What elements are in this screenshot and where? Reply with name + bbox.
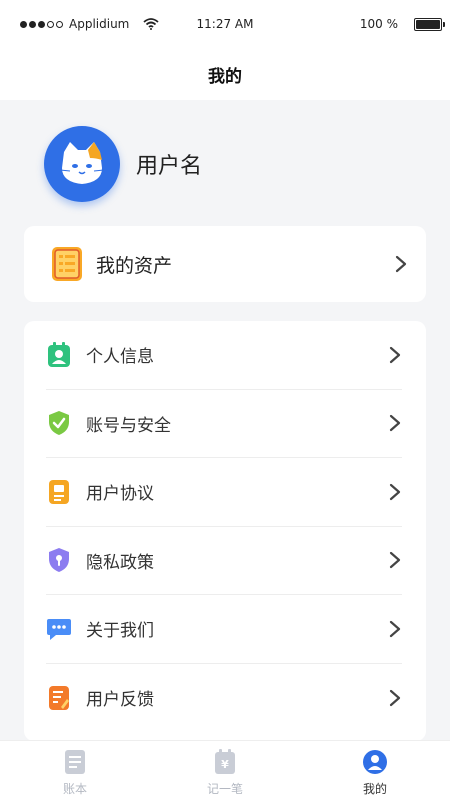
status-bar: Applidium 11:27 AM 100 % xyxy=(0,0,450,48)
assets-label: 我的资产 xyxy=(96,254,173,277)
chevron-right-icon xyxy=(389,620,401,637)
chevron-right-icon xyxy=(389,483,401,500)
menu-item-user-agreement[interactable]: 用户协议 xyxy=(46,458,402,527)
menu-label: 个人信息 xyxy=(86,347,154,368)
nav-bar: 我的 xyxy=(0,48,450,100)
menu-item-account-security[interactable]: 账号与安全 xyxy=(46,390,402,458)
chevron-right-icon xyxy=(389,346,401,363)
menu-item-privacy-policy[interactable]: 隐私政策 xyxy=(46,527,402,595)
chevron-right-icon xyxy=(389,552,401,569)
menu-label: 用户反馈 xyxy=(86,690,154,711)
menu-label: 账号与安全 xyxy=(86,415,171,436)
id-card-icon xyxy=(46,341,72,368)
page-title: 我的 xyxy=(208,66,242,87)
menu-item-feedback[interactable]: 用户反馈 xyxy=(46,664,402,733)
cat-avatar-icon xyxy=(59,142,105,184)
assets-card[interactable]: 我的资产 xyxy=(24,226,426,302)
tab-ledger[interactable]: 账本 xyxy=(0,741,150,800)
tab-label: 我的 xyxy=(362,782,387,796)
ledger-icon xyxy=(65,750,85,774)
feedback-icon xyxy=(46,685,72,711)
profile-header[interactable]: 用户名 xyxy=(44,126,202,202)
avatar[interactable] xyxy=(44,126,120,202)
status-right: 100 % xyxy=(359,17,445,31)
battery-percent: 100 % xyxy=(359,17,398,31)
menu-item-about-us[interactable]: 关于我们 xyxy=(46,595,402,664)
chat-bubble-icon xyxy=(46,616,72,642)
tab-bar: 账本 ¥ 记一笔 我的 xyxy=(0,740,450,800)
privacy-shield-icon xyxy=(46,547,72,573)
tab-mine[interactable]: 我的 xyxy=(300,741,450,800)
tab-label: 记一笔 xyxy=(206,782,243,796)
shield-check-icon xyxy=(46,410,72,436)
username: 用户名 xyxy=(136,154,203,179)
chevron-right-icon xyxy=(389,689,401,706)
wallet-icon xyxy=(52,247,82,281)
settings-menu: 个人信息 账号与安全 用户协议 隐私政策 关于我们 用户反馈 xyxy=(24,321,426,741)
menu-label: 用户协议 xyxy=(86,484,154,505)
assets-row[interactable]: 我的资产 xyxy=(24,226,426,302)
document-icon xyxy=(46,479,72,505)
chevron-right-icon xyxy=(395,255,407,273)
menu-label: 隐私政策 xyxy=(86,552,154,573)
svg-text:¥: ¥ xyxy=(221,758,229,771)
tab-record[interactable]: ¥ 记一笔 xyxy=(150,741,300,800)
chevron-right-icon xyxy=(389,415,401,432)
record-icon: ¥ xyxy=(215,749,235,774)
profile-icon xyxy=(363,750,387,774)
tab-label: 账本 xyxy=(62,782,87,796)
menu-label: 关于我们 xyxy=(86,621,154,642)
menu-item-personal-info[interactable]: 个人信息 xyxy=(46,321,402,390)
battery-icon xyxy=(414,17,445,31)
